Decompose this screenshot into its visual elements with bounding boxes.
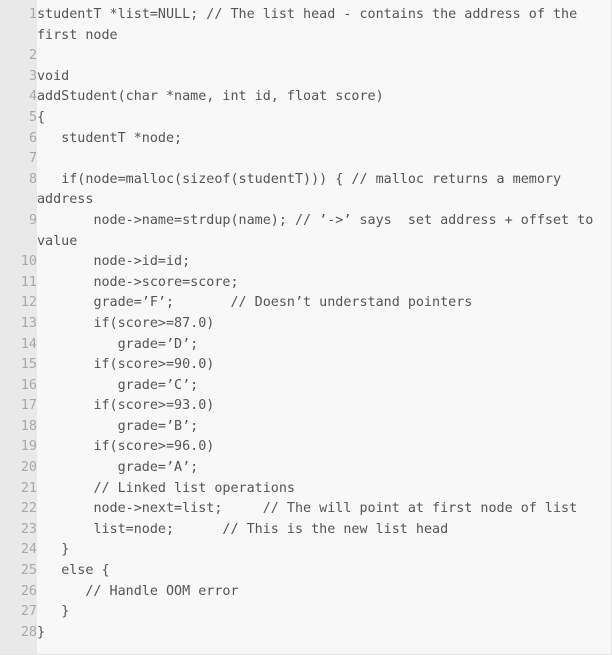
code-line-text: { <box>37 109 46 125</box>
code-line-row: 13 if(score>=87.0) <box>0 314 611 335</box>
line-number: 19 <box>20 439 37 455</box>
code-line-text: studentT *node; <box>37 130 183 146</box>
code-line-text: node->score=score; <box>37 274 239 290</box>
line-number: 4 <box>28 89 37 105</box>
code-line-text: // Linked list operations <box>37 480 295 496</box>
code-line-row: 14 grade=’D’; <box>0 335 611 356</box>
code-line-row: 10 node->id=id; <box>0 252 611 273</box>
code-line-row: 6 studentT *node; <box>0 129 611 150</box>
code-line-text <box>37 46 611 67</box>
code-line-text: studentT *list=NULL; // The list head - … <box>37 7 586 43</box>
line-number: 10 <box>20 254 37 270</box>
code-line-row: 18 grade=’B’; <box>0 417 611 438</box>
code-line-row: 27 } <box>0 602 611 623</box>
code-line-row: 11 node->score=score; <box>0 273 611 294</box>
code-line-text: } <box>37 542 70 558</box>
line-number: 22 <box>20 501 37 517</box>
line-number: 11 <box>20 274 37 290</box>
code-line-row: 19 if(score>=96.0) <box>0 437 611 458</box>
code-line-text: grade=’F’; // Doesn’t understand pointer… <box>37 295 473 311</box>
line-number: 23 <box>20 521 37 537</box>
code-line-row: 9 node->name=strdup(name); // ’->’ says … <box>0 211 611 252</box>
line-number: 3 <box>28 68 37 84</box>
line-number: 12 <box>20 295 37 311</box>
code-line-text: } <box>37 604 70 620</box>
code-line-text: if(score>=93.0) <box>37 398 215 414</box>
line-number: 14 <box>20 336 37 352</box>
code-line-text: if(node=malloc(sizeof(studentT))) { // m… <box>37 171 570 208</box>
code-line-text: if(score>=90.0) <box>37 357 215 373</box>
line-number: 17 <box>20 398 37 414</box>
line-number: 20 <box>20 460 37 476</box>
code-lines-table: 1 studentT *list=NULL; // The list head -… <box>0 0 611 644</box>
line-number: 5 <box>28 109 37 125</box>
line-number: 18 <box>20 418 37 434</box>
code-line-text: grade=’B’; <box>37 418 199 434</box>
code-line-row: 25 else { <box>0 561 611 582</box>
code-line-text: node->id=id; <box>37 254 191 270</box>
code-line-row: 17 if(score>=93.0) <box>0 396 611 417</box>
code-line-row: 5{ <box>0 108 611 129</box>
line-number: 21 <box>20 480 37 496</box>
code-line-text: addStudent(char *name, int id, float sco… <box>37 89 384 105</box>
code-line-text: list=node; // This is the new list head <box>37 521 449 537</box>
line-number: 26 <box>20 583 37 599</box>
code-line-row: 15 if(score>=90.0) <box>0 355 611 376</box>
code-lines-body: 1 studentT *list=NULL; // The list head -… <box>0 0 611 644</box>
code-line-text: } <box>37 624 46 640</box>
line-number: 2 <box>28 48 37 64</box>
code-line-text: else { <box>37 563 110 579</box>
code-line-row: 24 } <box>0 540 611 561</box>
code-line-row: 12 grade=’F’; // Doesn’t understand poin… <box>0 293 611 314</box>
line-number: 27 <box>20 604 37 620</box>
code-line-text: grade=’A’; <box>37 460 199 476</box>
code-line-row: 3 void <box>0 67 611 88</box>
code-line-row: 1 studentT *list=NULL; // The list head -… <box>0 0 611 46</box>
line-number: 6 <box>28 130 37 146</box>
line-number: 24 <box>20 542 37 558</box>
line-number: 16 <box>20 377 37 393</box>
code-line-text: void <box>37 68 70 84</box>
line-number: 15 <box>20 357 37 373</box>
code-listing: 1 studentT *list=NULL; // The list head -… <box>0 0 612 655</box>
code-line-text: grade=’D’; <box>37 336 199 352</box>
code-line-row: 16 grade=’C’; <box>0 376 611 397</box>
code-line-text: if(score>=87.0) <box>37 315 215 331</box>
code-line-row: 2 <box>0 46 611 67</box>
line-number: 28 <box>20 624 37 640</box>
code-line-row: 22 node->next=list; // The will point at… <box>0 499 611 520</box>
code-line-text: node->next=list; // The will point at fi… <box>37 501 578 517</box>
code-line-text: // Handle OOM error <box>37 583 239 599</box>
code-line-row: 20 grade=’A’; <box>0 458 611 479</box>
code-line-row: 26 // Handle OOM error <box>0 582 611 603</box>
code-line-row: 28} <box>0 623 611 644</box>
line-number: 8 <box>28 171 37 187</box>
code-line-row: 8 if(node=malloc(sizeof(studentT))) { //… <box>0 170 611 211</box>
line-number: 7 <box>28 151 37 167</box>
code-line-row: 4 addStudent(char *name, int id, float sc… <box>0 87 611 108</box>
code-line-text: grade=’C’; <box>37 377 199 393</box>
code-line-text: if(score>=96.0) <box>37 439 215 455</box>
code-line-text <box>37 149 611 170</box>
line-number: 9 <box>28 212 37 228</box>
line-number: 25 <box>20 563 37 579</box>
code-line-row: 7 <box>0 149 611 170</box>
line-number: 1 <box>28 7 37 22</box>
code-line-row: 21 // Linked list operations <box>0 479 611 500</box>
line-number: 13 <box>20 315 37 331</box>
code-line-text: node->name=strdup(name); // ’->’ says se… <box>37 212 602 249</box>
code-line-row: 23 list=node; // This is the new list he… <box>0 520 611 541</box>
